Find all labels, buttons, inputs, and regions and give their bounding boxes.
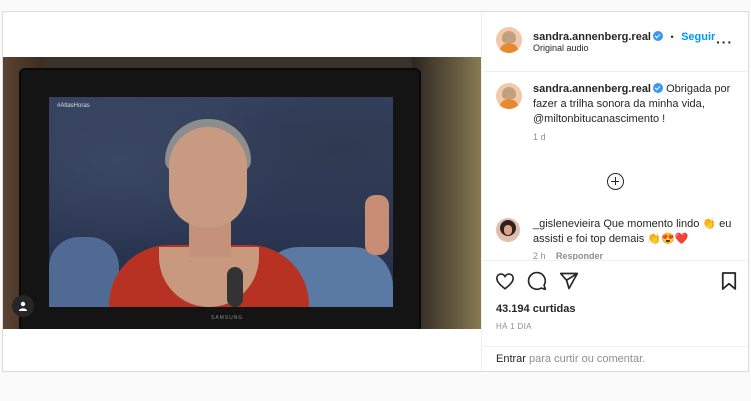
like-heart-icon[interactable] (495, 271, 515, 291)
author-avatar[interactable] (496, 27, 522, 53)
audience-hand (365, 195, 389, 255)
verified-badge-icon (653, 31, 663, 41)
save-bookmark-icon[interactable] (719, 271, 739, 291)
comment-author-username[interactable]: _gislenevieira (533, 218, 600, 230)
caption-time: 1 d (533, 132, 546, 142)
user-icon (19, 301, 27, 311)
likes-count[interactable]: 43.194 curtidas (496, 303, 576, 315)
tv-brand-label: SAMSUNG (211, 315, 244, 321)
login-link[interactable]: Entrar (496, 353, 526, 365)
post-media[interactable]: #AltasHoras SAMSUNG (3, 12, 482, 371)
login-prompt-text: para curtir ou comentar. (525, 353, 646, 365)
post-date[interactable]: HÁ 1 DIA (496, 322, 532, 331)
more-horizontal-icon[interactable]: ··· (716, 34, 733, 50)
comment-item: _gislenevieira Que momento lindo 👏 eu as… (533, 217, 738, 261)
audio-label[interactable]: Original audio (533, 43, 589, 53)
post-actions: 43.194 curtidas HÁ 1 DIA (483, 260, 748, 345)
caption-author-avatar[interactable] (496, 83, 522, 109)
post-header: sandra.annenberg.real • Seguir Original … (483, 12, 748, 72)
login-prompt: Entrar para curtir ou comentar. (483, 346, 748, 371)
post-sidebar: sandra.annenberg.real • Seguir Original … (483, 12, 748, 371)
author-username[interactable]: sandra.annenberg.real (533, 31, 651, 43)
microphone (227, 267, 243, 307)
follow-button[interactable]: Seguir (681, 31, 715, 43)
caption-body: sandra.annenberg.real Obrigada por fazer… (533, 82, 738, 142)
woman-face (169, 127, 247, 227)
comment-author-avatar[interactable] (496, 218, 520, 242)
caption-author-username[interactable]: sandra.annenberg.real (533, 83, 651, 95)
post-card: #AltasHoras SAMSUNG sandra.annenberg.rea… (2, 11, 749, 372)
separator-dot: • (670, 32, 674, 42)
tv-screen: #AltasHoras (49, 97, 393, 307)
verified-badge-icon (653, 83, 663, 93)
background-wall (412, 57, 481, 329)
post-photo: #AltasHoras SAMSUNG (3, 57, 481, 329)
load-more-comments-icon[interactable] (607, 173, 624, 190)
comments-section: sandra.annenberg.real Obrigada por fazer… (483, 72, 748, 261)
user-tag-button[interactable] (12, 295, 34, 317)
share-send-icon[interactable] (559, 271, 579, 291)
tv-set: #AltasHoras SAMSUNG (21, 70, 419, 329)
tv-hashtag: #AltasHoras (57, 103, 90, 109)
comment-bubble-icon[interactable] (527, 271, 547, 291)
